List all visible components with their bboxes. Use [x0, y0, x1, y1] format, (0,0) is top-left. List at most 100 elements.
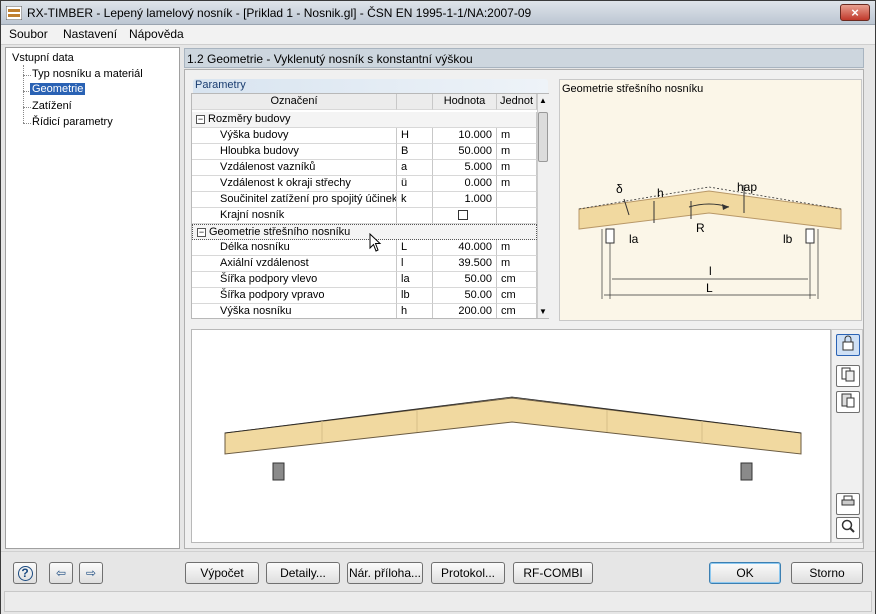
tree-item-typ-nosniku[interactable]: Typ nosníku a materiál [32, 68, 143, 80]
param-name: Vzdálenost k okraji střechy [192, 176, 397, 192]
menu-bar: Soubor Nastavení Nápověda [1, 25, 875, 45]
page-title: 1.2 Geometrie - Vyklenutý nosník s konst… [184, 48, 864, 68]
param-value[interactable]: 50.00 [433, 272, 497, 288]
param-value[interactable]: 40.000 [433, 240, 497, 256]
export-icon: ⇨ [85, 566, 97, 580]
label-h: h [657, 186, 664, 200]
krajni-nosnik-cell [433, 208, 497, 224]
param-symbol: l [397, 256, 433, 272]
zoom-icon[interactable] [836, 517, 860, 539]
export-button[interactable]: ⇨ [79, 562, 103, 584]
rf-combi-button[interactable]: RF-COMBI [513, 562, 593, 584]
label-L: L [706, 281, 713, 295]
scroll-up-icon[interactable]: ▲ [539, 96, 547, 105]
param-value[interactable]: 10.000 [433, 128, 497, 144]
param-unit: cm [497, 304, 537, 318]
left-support [272, 462, 285, 481]
paste-icon[interactable] [836, 391, 860, 413]
beam-graphic-view[interactable] [191, 329, 831, 543]
param-value[interactable]: 5.000 [433, 160, 497, 176]
storno-button[interactable]: Storno [791, 562, 863, 584]
label-delta: δ [616, 182, 623, 196]
params-table: Označení Hodnota Jednot − Rozměry budovy … [191, 93, 549, 319]
param-value[interactable]: 0.000 [433, 176, 497, 192]
collapse-icon[interactable]: − [197, 228, 206, 237]
param-unit: m [497, 256, 537, 272]
group-label: Geometrie střešního nosníku [209, 226, 351, 238]
param-value[interactable]: 50.00 [433, 288, 497, 304]
param-unit: m [497, 240, 537, 256]
param-symbol: a [397, 160, 433, 176]
tree-item-zatizeni[interactable]: Zatížení [32, 100, 72, 112]
status-bar [4, 591, 872, 612]
param-name: Délka nosníku [192, 240, 397, 256]
param-name: Šířka podpory vpravo [192, 288, 397, 304]
param-value[interactable]: 39.500 [433, 256, 497, 272]
param-name: Hloubka budovy [192, 144, 397, 160]
nar-priloha-button[interactable]: Nár. příloha... [347, 562, 423, 584]
protokol-button[interactable]: Protokol... [431, 562, 505, 584]
group-row-rozmery[interactable]: − Rozměry budovy [192, 112, 537, 128]
label-R: R [696, 221, 705, 235]
param-unit [497, 208, 537, 224]
menu-napoveda[interactable]: Nápověda [129, 27, 184, 41]
col-header-jednotka[interactable]: Jednot [497, 94, 537, 110]
param-symbol [397, 208, 433, 224]
lock-icon[interactable] [836, 334, 860, 356]
title-bar: RX-TIMBER - Lepený lamelový nosník - [Pr… [1, 1, 875, 25]
param-symbol: L [397, 240, 433, 256]
param-name: Šířka podpory vlevo [192, 272, 397, 288]
param-name: Výška budovy [192, 128, 397, 144]
mouse-cursor-icon [369, 233, 382, 252]
param-unit: m [497, 176, 537, 192]
param-symbol: H [397, 128, 433, 144]
help-button[interactable]: ? [13, 562, 37, 584]
vypocet-button[interactable]: Výpočet [185, 562, 259, 584]
param-unit: m [497, 144, 537, 160]
close-button[interactable]: × [840, 4, 870, 21]
param-symbol: ü [397, 176, 433, 192]
params-section-label: Parametry [193, 79, 548, 93]
param-unit: m [497, 128, 537, 144]
right-support [740, 462, 753, 481]
param-unit [497, 192, 537, 208]
param-symbol: lb [397, 288, 433, 304]
col-header-oznaceni[interactable]: Označení [192, 94, 397, 110]
param-symbol: h [397, 304, 433, 318]
param-name: Krajní nosník [192, 208, 397, 224]
detaily-button[interactable]: Detaily... [266, 562, 340, 584]
menu-nastaveni[interactable]: Nastavení [63, 27, 117, 41]
tree-item-geometrie[interactable]: Geometrie [30, 83, 86, 95]
collapse-icon[interactable]: − [196, 115, 205, 124]
param-symbol: B [397, 144, 433, 160]
tree-item-ridici-parametry[interactable]: Řídicí parametry [32, 116, 113, 128]
param-symbol: k [397, 192, 433, 208]
copy-icon[interactable] [836, 365, 860, 387]
col-header-hodnota[interactable]: Hodnota [433, 94, 497, 110]
param-value[interactable]: 50.000 [433, 144, 497, 160]
param-value[interactable]: 200.00 [433, 304, 497, 318]
label-la: la [629, 232, 639, 246]
param-name: Součinitel zatížení pro spojitý účinek [192, 192, 397, 208]
param-value[interactable]: 1.000 [433, 192, 497, 208]
col-header-symbol[interactable] [397, 94, 433, 110]
menu-soubor[interactable]: Soubor [9, 27, 48, 41]
geometry-image-title: Geometrie střešního nosníku [562, 83, 704, 95]
krajni-nosnik-checkbox[interactable] [457, 210, 468, 220]
app-window: RX-TIMBER - Lepený lamelový nosník - [Pr… [0, 0, 876, 614]
print-icon[interactable] [836, 493, 860, 515]
ok-button[interactable]: OK [709, 562, 781, 584]
group-label: Rozměry budovy [208, 113, 291, 125]
tree-root-vstupni-data[interactable]: Vstupní data [12, 52, 74, 64]
scrollbar-thumb[interactable] [538, 112, 548, 162]
app-icon [6, 6, 22, 20]
import-button[interactable]: ⇦ [49, 562, 73, 584]
label-l: l [709, 264, 712, 278]
group-row-geometrie[interactable]: − Geometrie střešního nosníku [192, 224, 537, 240]
param-name: Vzdálenost vazníků [192, 160, 397, 176]
scroll-down-icon[interactable]: ▼ [539, 307, 547, 316]
label-lb: lb [783, 232, 793, 246]
param-unit: m [497, 160, 537, 176]
param-symbol: la [397, 272, 433, 288]
param-name: Výška nosníku [192, 304, 397, 318]
